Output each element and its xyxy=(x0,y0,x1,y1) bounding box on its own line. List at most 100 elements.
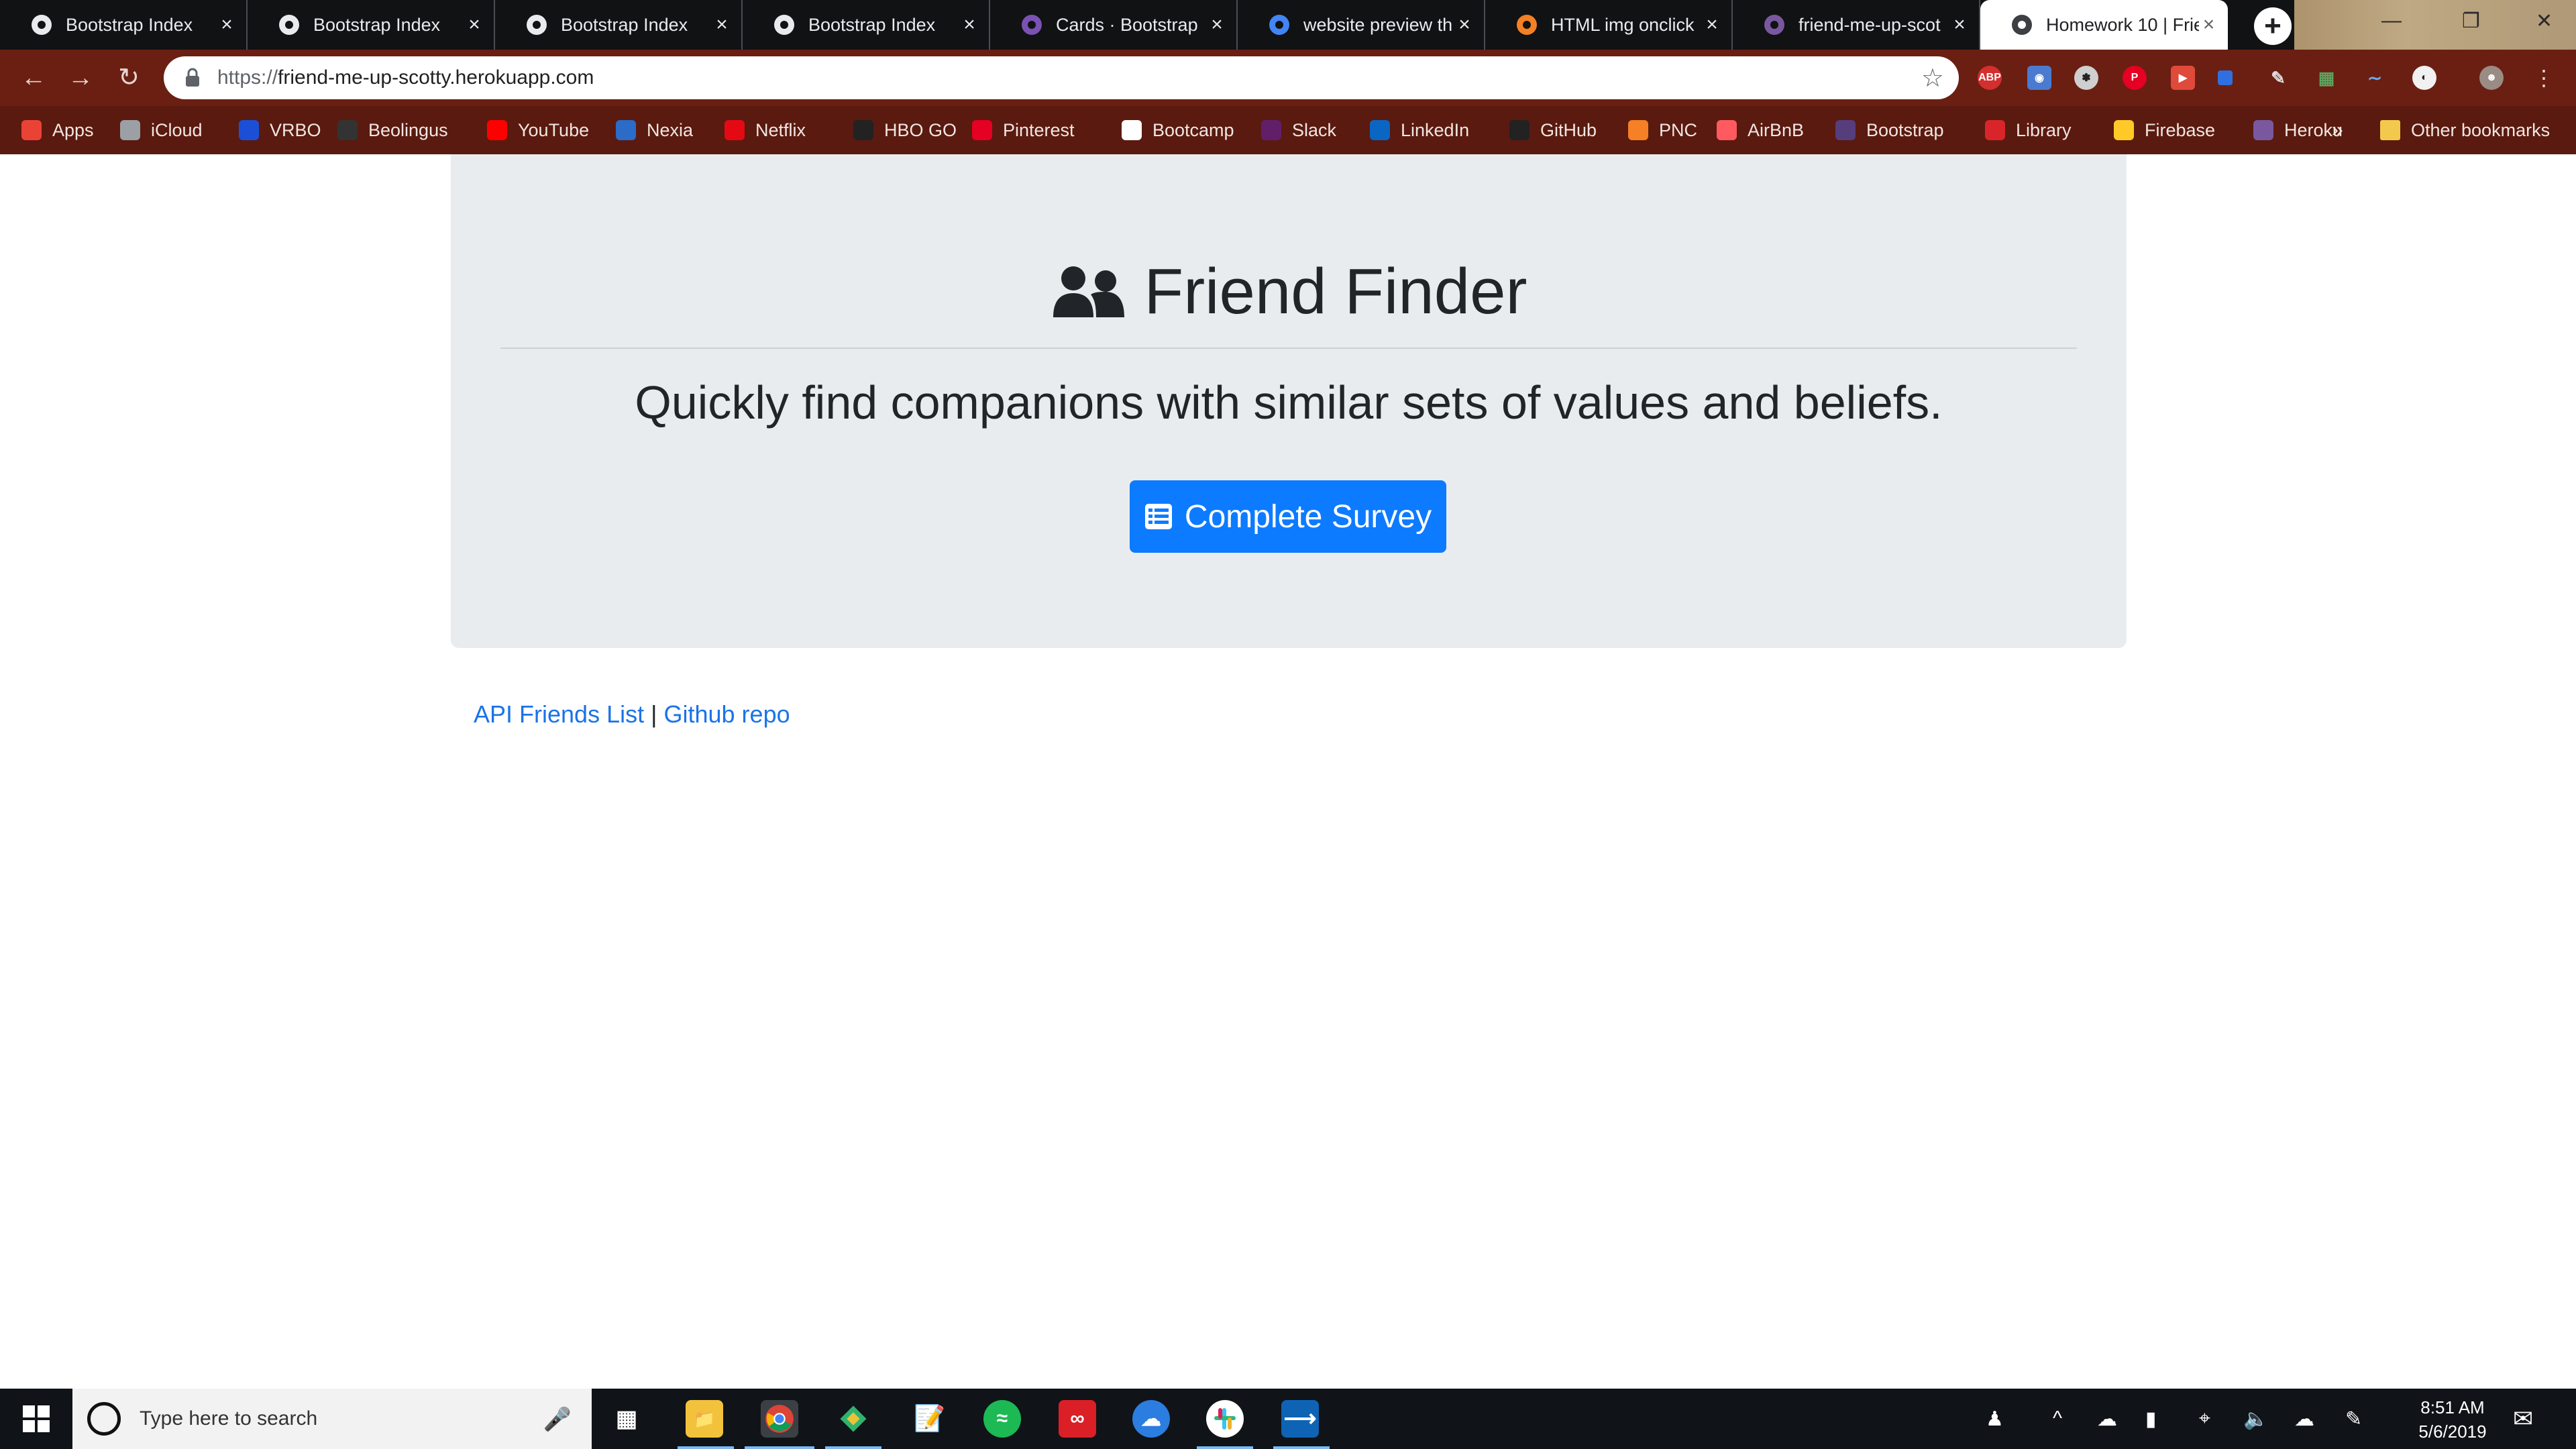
restore-icon[interactable]: ❐ xyxy=(2462,9,2480,33)
bookmark-youtube[interactable]: YouTube xyxy=(487,106,589,154)
web-page: Friend Finder Quickly find companions wi… xyxy=(0,154,2576,1389)
browser-tab[interactable]: Cards · Bootstrap × xyxy=(990,0,1238,50)
hbo-icon xyxy=(853,120,873,140)
tab-close-icon[interactable]: × xyxy=(464,13,484,36)
extension-square-icon[interactable] xyxy=(2218,70,2233,85)
volume-muted-icon[interactable]: 🔈 xyxy=(2243,1389,2268,1449)
bookmarks-overflow-button[interactable]: » xyxy=(2332,106,2343,154)
dark-mode-extension-icon[interactable]: ◐ xyxy=(2412,66,2436,90)
bookmark-linkedin[interactable]: LinkedIn xyxy=(1370,106,1469,154)
show-hidden-icons-chevron[interactable]: ^ xyxy=(2053,1389,2062,1449)
bookmark-netflix[interactable]: Netflix xyxy=(724,106,806,154)
bookmark-hbo-go[interactable]: HBO GO xyxy=(853,106,957,154)
pinterest-icon xyxy=(972,120,992,140)
bookmark-nexia[interactable]: Nexia xyxy=(616,106,693,154)
pen-workspace-icon[interactable]: ✎ xyxy=(2345,1389,2362,1449)
tab-close-icon[interactable]: × xyxy=(712,13,732,36)
browser-tab[interactable]: Homework 10 | Frie × xyxy=(1980,0,2228,50)
forward-icon[interactable]: → xyxy=(66,63,95,93)
bookmark-apps[interactable]: Apps xyxy=(21,106,94,154)
tab-close-icon[interactable]: × xyxy=(959,13,979,36)
link-extension-icon[interactable]: ∼ xyxy=(2363,66,2387,90)
vscode-icon[interactable]: ⟶ xyxy=(1281,1400,1319,1438)
browser-tab[interactable]: HTML img onclick × xyxy=(1485,0,1733,50)
browser-tab[interactable]: Bootstrap Index × xyxy=(495,0,743,50)
bookmark-icloud[interactable]: iCloud xyxy=(120,106,203,154)
address-bar[interactable]: https://friend-me-up-scotty.herokuapp.co… xyxy=(164,56,1959,99)
action-center-icon[interactable]: ✉ xyxy=(2513,1389,2533,1449)
tab-close-icon[interactable]: × xyxy=(2199,13,2218,36)
screenshot-extension-icon[interactable]: ▦ xyxy=(2314,66,2339,90)
onedrive-icon[interactable]: ☁ xyxy=(2097,1389,2117,1449)
bookmark-beolingus[interactable]: Beolingus xyxy=(337,106,448,154)
video-extension-icon[interactable]: ▶ xyxy=(2171,66,2195,90)
minimize-icon[interactable]: — xyxy=(2381,9,2402,32)
bookmark-library[interactable]: Library xyxy=(1985,106,2072,154)
list-icon xyxy=(1144,504,1172,529)
sticky-notes-icon[interactable]: 📝 xyxy=(911,1400,949,1438)
windows-start-icon[interactable] xyxy=(23,1405,50,1432)
tab-title: Bootstrap Index xyxy=(66,14,193,35)
nexia-icon xyxy=(616,120,636,140)
api-friends-list-link[interactable]: API Friends List xyxy=(474,700,644,728)
bookmark-github[interactable]: GitHub xyxy=(1509,106,1597,154)
bookmark-heroku[interactable]: Heroku xyxy=(2253,106,2343,154)
adobe-creative-cloud-icon[interactable]: ∞ xyxy=(1059,1400,1096,1438)
tab-close-icon[interactable]: × xyxy=(217,13,237,36)
battery-icon[interactable]: ▮ xyxy=(2145,1389,2157,1449)
new-tab-button[interactable]: + xyxy=(2254,7,2292,45)
task-view-icon[interactable]: ▦ xyxy=(608,1400,645,1438)
tab-close-icon[interactable]: × xyxy=(1454,13,1474,36)
browser-tab[interactable]: friend-me-up-scot × xyxy=(1733,0,1980,50)
bookmark-firebase[interactable]: Firebase xyxy=(2114,106,2215,154)
bookmark-pinterest[interactable]: Pinterest xyxy=(972,106,1075,154)
gitkraken-icon[interactable] xyxy=(835,1400,872,1438)
more-menu-icon[interactable]: ⋮ xyxy=(2529,63,2559,93)
back-icon[interactable]: ← xyxy=(19,63,48,93)
bookmark-bootcamp[interactable]: Bootcamp xyxy=(1122,106,1234,154)
browser-tab[interactable]: Bootstrap Index × xyxy=(743,0,990,50)
file-explorer-icon[interactable]: 📁 xyxy=(686,1400,723,1438)
apple-icon xyxy=(120,120,140,140)
slack-taskbar-icon[interactable] xyxy=(1206,1400,1244,1438)
reload-icon[interactable]: ↻ xyxy=(114,63,144,93)
github-repo-link[interactable]: Github repo xyxy=(663,700,790,728)
browser-toolbar: ← → ↻ https://friend-me-up-scotty.heroku… xyxy=(0,50,2576,106)
tab-close-icon[interactable]: × xyxy=(1949,13,1970,36)
bookmark-slack[interactable]: Slack xyxy=(1261,106,1336,154)
browser-tab-strip: Bootstrap Index × Bootstrap Index × Bootstra… xyxy=(0,0,2576,50)
spotify-icon[interactable]: ≈ xyxy=(983,1400,1021,1438)
cortana-icon[interactable] xyxy=(87,1402,121,1436)
bookmark-star-icon[interactable]: ☆ xyxy=(1921,63,1944,93)
bookmark-pnc[interactable]: PNC xyxy=(1628,106,1697,154)
tab-close-icon[interactable]: × xyxy=(1702,13,1722,36)
microphone-icon[interactable]: 🎤 xyxy=(543,1406,572,1433)
pinterest-extension-icon[interactable]: P xyxy=(2123,66,2147,90)
camera-extension-icon[interactable]: ◉ xyxy=(2027,66,2051,90)
cloud-upload-icon[interactable]: ☁ xyxy=(1132,1400,1170,1438)
tab-close-icon[interactable]: × xyxy=(1207,13,1227,36)
github-icon xyxy=(1509,120,1529,140)
users-icon xyxy=(1053,266,1124,317)
bookmark-airbnb[interactable]: AirBnB xyxy=(1717,106,1804,154)
active-indicator xyxy=(1273,1446,1330,1449)
chrome-taskbar-icon[interactable] xyxy=(761,1400,798,1438)
wifi-icon[interactable]: ⌖ xyxy=(2199,1389,2210,1449)
system-clock[interactable]: 8:51 AM 5/6/2019 xyxy=(2399,1395,2506,1444)
other-bookmarks-folder[interactable]: Other bookmarks xyxy=(2380,106,2550,154)
taskbar-search-box[interactable]: Type here to search 🎤 xyxy=(72,1389,592,1449)
extension-icon[interactable]: ✽ xyxy=(2074,66,2098,90)
complete-survey-button[interactable]: Complete Survey xyxy=(1130,480,1446,553)
pen-extension-icon[interactable]: ✎ xyxy=(2266,66,2290,90)
apps-grid-icon xyxy=(21,120,42,140)
close-window-icon[interactable]: ✕ xyxy=(2536,9,2553,33)
people-icon[interactable]: ♟ xyxy=(1986,1389,2004,1449)
browser-tab[interactable]: website preview th × xyxy=(1238,0,1485,50)
cloud-sync-icon[interactable]: ☁ xyxy=(2294,1389,2314,1449)
profile-avatar-icon[interactable]: ☻ xyxy=(2479,66,2504,90)
browser-tab[interactable]: Bootstrap Index × xyxy=(248,0,495,50)
browser-tab[interactable]: Bootstrap Index × xyxy=(0,0,248,50)
adblock-icon[interactable]: ABP xyxy=(1978,66,2002,90)
bookmark-vrbo[interactable]: VRBO xyxy=(239,106,321,154)
bookmark-bootstrap[interactable]: Bootstrap xyxy=(1835,106,1944,154)
